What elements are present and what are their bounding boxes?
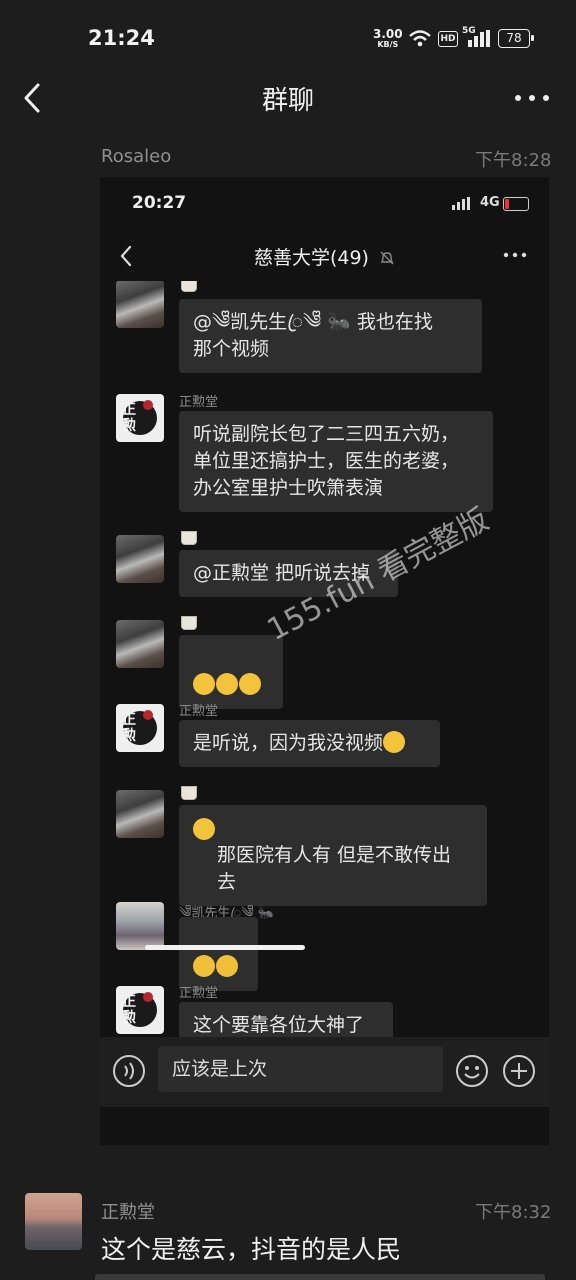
chat-bubble: @༄ᩚ凯先生ꦿ༄ᩚ 🐜 我也在找 那个视频 [179,299,482,373]
message-timestamp: 下午8:28 [475,150,552,171]
screenshot-message-input: 应该是上次 [158,1046,443,1092]
battery-indicator: 78 [498,29,530,48]
more-options-button[interactable] [512,92,552,104]
message-timestamp: 下午8:32 [475,1202,552,1223]
member-badge-icon [181,616,197,630]
battery-tip [531,35,534,41]
screenshot-status-time: 20:27 [132,193,187,213]
avatar [116,902,164,950]
screenshot-chat-title-text: 慈善大学(49) [253,247,369,269]
avatar[interactable] [25,1193,82,1250]
screenshot-signal-icon [452,197,470,210]
laughing-emoji-icon [193,818,215,840]
thinking-emoji-icon [216,673,238,695]
avatar-seal-dot [143,992,153,1002]
screenshot-more-icon [503,252,527,258]
screenshot-network-label: 4G [480,195,500,210]
chat-bubble: 那医院有人有 但是不敢传出 去 [179,805,487,906]
avatar [116,620,164,668]
network-speed-value: 3.00 [373,27,403,41]
voice-input-icon [113,1055,145,1087]
avatar-seal-text: 正勲 [122,402,136,434]
screenshot-home-indicator [145,945,305,950]
avatar [116,281,164,328]
page-title: 群聊 [261,86,314,116]
chat-bubble: 这个要靠各位大神了 [179,1002,393,1037]
screaming-emoji-icon [216,955,238,977]
add-attachment-icon [503,1055,535,1087]
chat-bubble: 听说副院长包了二三四五六奶， 单位里还搞护士，医生的老婆， 办公室里护士吹箫表演 [179,411,493,512]
chat-bubble-text: 是听说，因为我没视频 [193,732,384,754]
avatar: 正勲 [116,986,164,1034]
shared-screenshot-image[interactable]: 20:27 4G 慈善大学(49) @༄ᩚ凯先生ꦿ༄ᩚ 🐜 我也在找 那个视频 … [100,177,549,1145]
screenshot-battery-level [505,199,509,209]
avatar-seal-text: 正勲 [122,994,136,1026]
hd-badge: HD [438,31,458,47]
chat-bubble: 是听说，因为我没视频 [179,720,440,767]
avatar [116,790,164,838]
screenshot-chat-title: 慈善大学(49) [100,243,549,270]
chat-bubble-text: 那医院有人有 但是不敢传出 去 [217,844,452,893]
member-badge-icon [181,786,197,800]
thinking-emoji-icon [193,673,215,695]
grinning-emoji-icon [383,731,406,753]
avatar: 正勲 [116,704,164,752]
network-speed: 3.00 KB/S [373,28,403,49]
sender-nickname: 正勲堂 [179,704,219,719]
message-sender: 正勲堂 [101,1202,155,1223]
screenshot-input-bar: 应该是上次 [100,1037,549,1107]
message-text[interactable]: 这个是慈云，抖音的是人民 [101,1230,401,1266]
member-badge-icon [181,531,197,545]
mute-bell-icon [380,251,394,265]
avatar: 正勲 [116,394,164,442]
avatar-seal-text: 正勲 [122,712,136,744]
sender-nickname: 正勲堂 [179,395,219,410]
thinking-emoji-icon [239,673,261,695]
sender-nickname: 正勲堂 [179,986,219,1001]
signal-icon [468,30,490,47]
member-badge-icon [181,281,197,292]
chat-bubble [179,635,283,709]
chat-bubble [179,917,258,991]
avatar [116,535,164,583]
wifi-icon [409,30,431,47]
avatar-seal-dot [143,400,153,410]
avatar-seal-dot [143,710,153,720]
screenshot-chat-list: @༄ᩚ凯先生ꦿ༄ᩚ 🐜 我也在找 那个视频 正勲 正勲堂 听说副院长包了二三四五… [100,281,549,1037]
next-message-preview [95,1274,545,1280]
network-speed-unit: KB/S [377,40,399,49]
screaming-emoji-icon [193,955,215,977]
status-time: 21:24 [88,26,155,50]
message-sender: Rosaleo [101,146,172,167]
emoji-picker-icon [456,1055,488,1087]
